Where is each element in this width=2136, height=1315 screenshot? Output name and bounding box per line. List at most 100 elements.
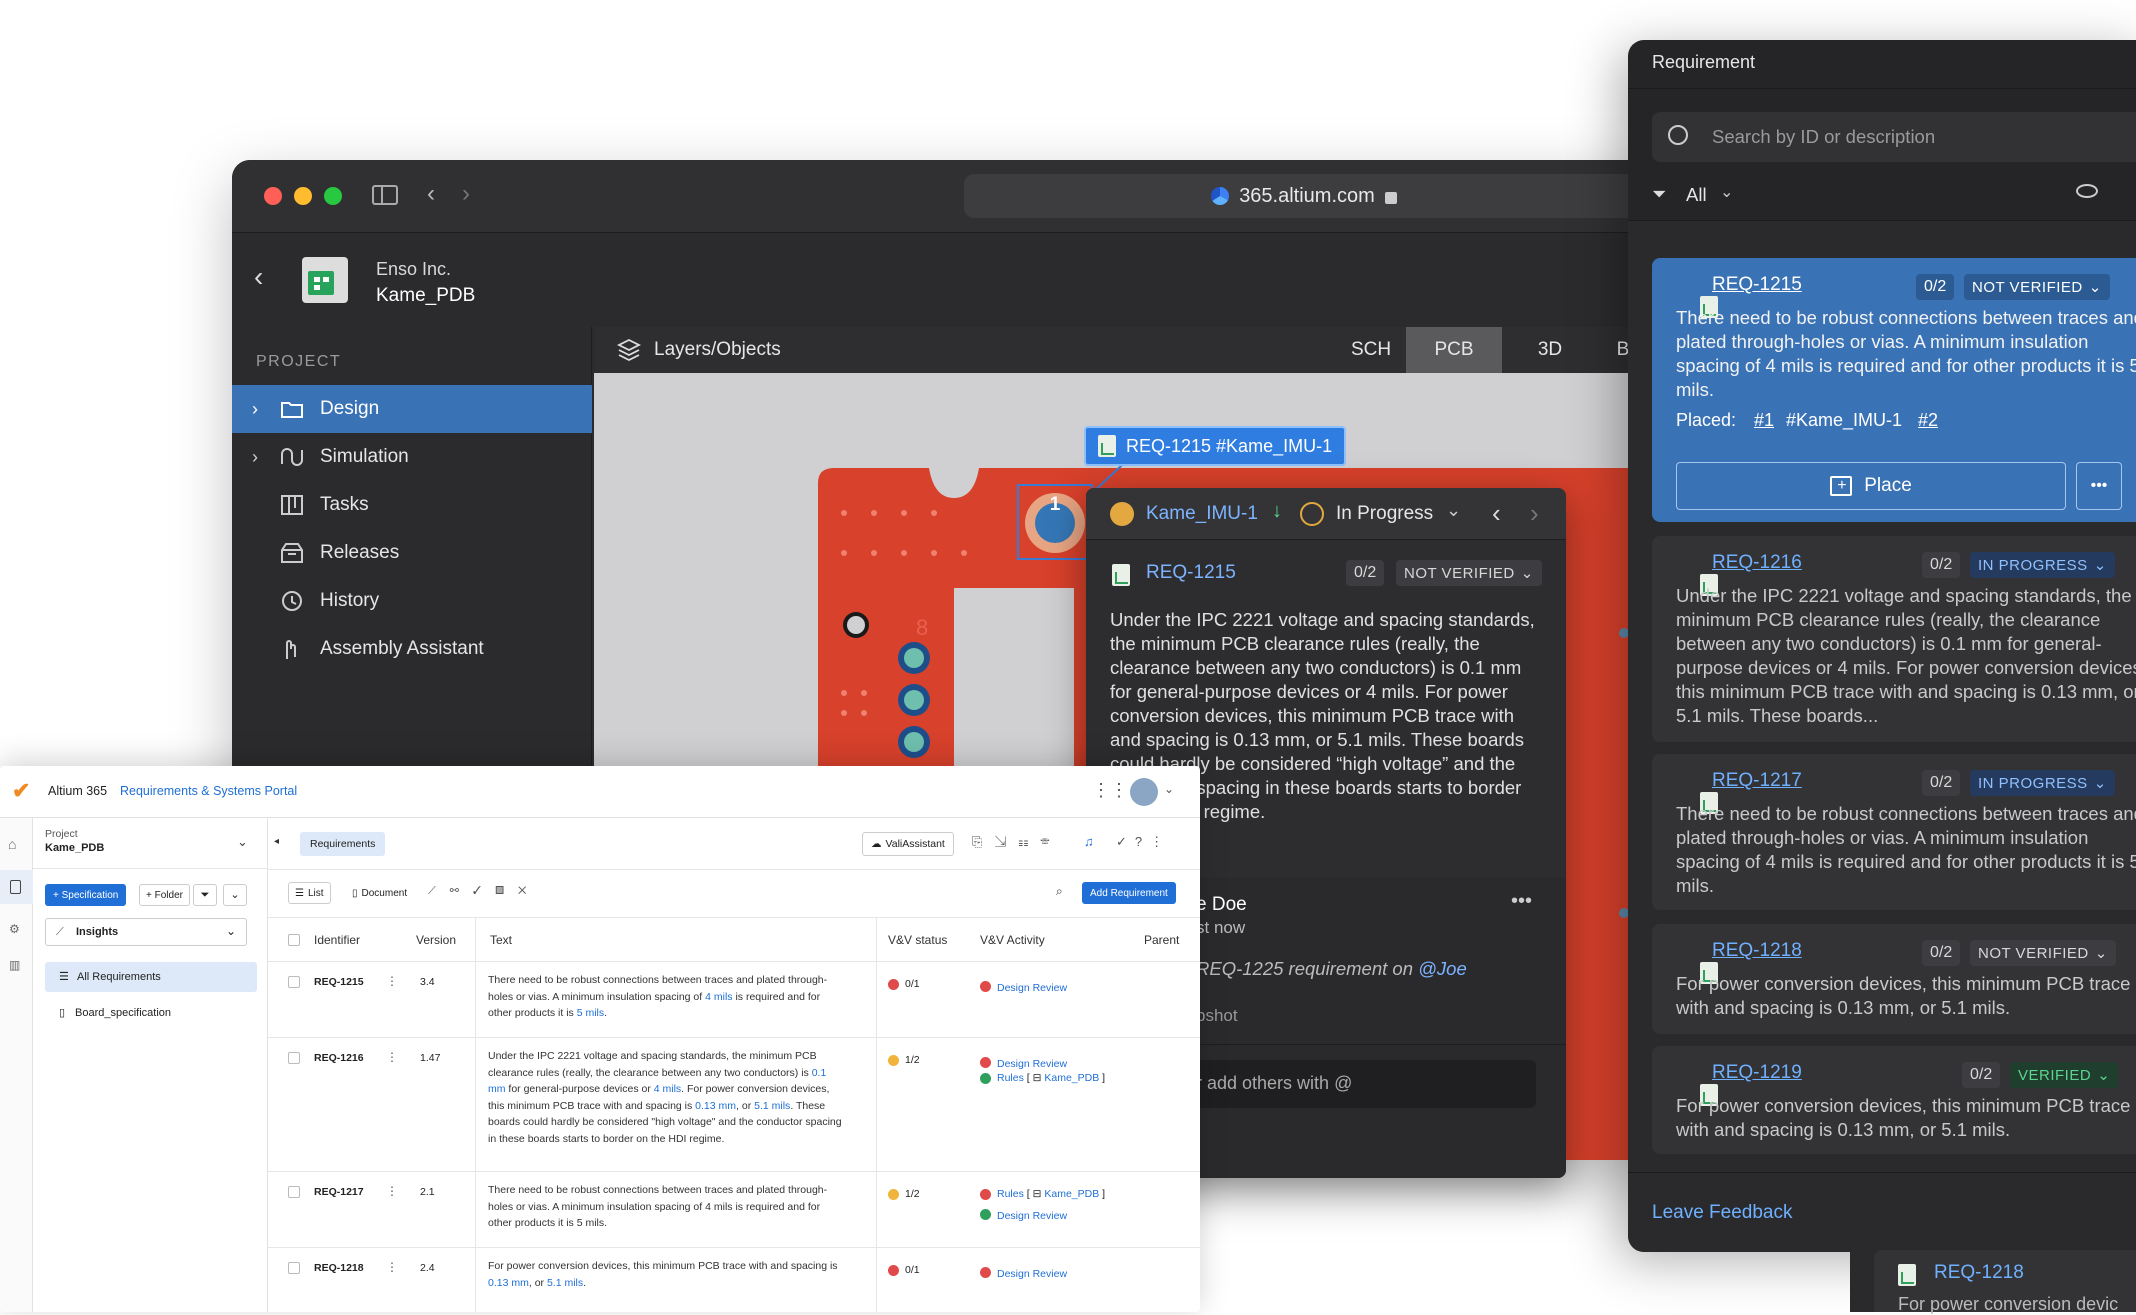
tab-pcb[interactable]: PCB <box>1406 327 1502 373</box>
place-button[interactable]: + Place <box>1676 462 2066 510</box>
sidebar-item-tasks[interactable]: Tasks <box>232 481 592 529</box>
view-mode-icons[interactable]: ⟋⚯✓▤✕ <box>428 884 540 898</box>
status-dropdown[interactable]: In Progress <box>1336 503 1433 525</box>
chevron-down-icon[interactable]: ⌄ <box>237 834 248 850</box>
requirement-card[interactable]: REQ-1219 0/2 VERIFIED ⌄ For power convers… <box>1652 1046 2136 1154</box>
vali-assistant-button[interactable]: ☁ ValiAssistant <box>862 832 954 856</box>
row-menu-icon[interactable]: ⋮ <box>386 1260 398 1274</box>
sidebar-item-design[interactable]: › Design <box>232 385 592 433</box>
toolbar-icons[interactable]: ⎘⇲☷☏ <box>972 834 1061 850</box>
card-req-id[interactable]: REQ-1217 <box>1712 770 1802 792</box>
home-icon[interactable]: ⌂ <box>8 836 16 852</box>
filter-dropdown[interactable]: All <box>1686 184 1707 206</box>
select-all-checkbox[interactable] <box>288 934 300 946</box>
add-requirement-button[interactable]: Add Requirement <box>1082 882 1176 904</box>
back-chevron-icon[interactable]: ‹ <box>254 261 263 293</box>
card-status[interactable]: IN PROGRESS ⌄ <box>1970 552 2115 578</box>
requirement-card[interactable]: REQ-1217 0/2 IN PROGRESS ⌄ There need to … <box>1652 754 2136 910</box>
card-status[interactable]: IN PROGRESS ⌄ <box>1970 770 2115 796</box>
components-icon[interactable]: ⚙ <box>9 922 20 936</box>
collapse-sidebar-icon[interactable]: ◂ <box>274 836 279 847</box>
column-header[interactable]: Version <box>416 918 456 962</box>
placement-tag[interactable]: REQ-1215 #Kame_IMU-1 <box>1084 426 1347 466</box>
project-name[interactable]: Kame_PDB <box>45 842 104 854</box>
row-identifier[interactable]: REQ-1217 <box>314 1186 364 1198</box>
list-view-button[interactable]: ☰ List <box>288 882 331 904</box>
requirement-card-selected[interactable]: REQ-1215 0/2 NOT VERIFIED ⌄ There need to… <box>1652 258 2136 522</box>
sidebar-item-simulation[interactable]: › Simulation <box>232 433 592 481</box>
row-checkbox[interactable] <box>288 1052 300 1064</box>
search-input[interactable]: Search by ID or description <box>1652 112 2136 162</box>
address-bar[interactable]: 365.altium.com <box>964 174 1644 218</box>
row-menu-icon[interactable]: ⋮ <box>386 974 398 988</box>
avatar[interactable] <box>1130 778 1158 806</box>
table-row[interactable]: REQ-1217 ⋮ 2.1 There need to be robust c… <box>268 1172 1200 1248</box>
assignee-link[interactable]: Kame_IMU-1 <box>1146 503 1258 525</box>
collapse-icon[interactable]: ⌄ <box>223 884 247 906</box>
row-checkbox[interactable] <box>288 1186 300 1198</box>
more-options-button[interactable]: ••• <box>2076 462 2122 510</box>
sidebar-item-history[interactable]: History <box>232 577 592 625</box>
filter-icon[interactable]: ⏷ <box>1652 184 1666 205</box>
column-header[interactable]: Text <box>490 918 512 962</box>
insights-dropdown[interactable]: ⟋ Insights ⌄ <box>45 918 247 946</box>
pcb-marker-number[interactable]: 1 <box>1043 494 1067 516</box>
card-req-id[interactable]: REQ-1218 <box>1712 940 1802 962</box>
row-checkbox[interactable] <box>288 976 300 988</box>
tree-item-all-requirements[interactable]: ☰ All Requirements <box>45 962 257 992</box>
table-row[interactable]: REQ-1215 ⋮ 3.4 There need to be robust c… <box>268 962 1200 1038</box>
sidebar-item-releases[interactable]: Releases <box>232 529 592 577</box>
popup-verify-status[interactable]: NOT VERIFIED ⌄ <box>1396 560 1542 586</box>
back-arrow-icon[interactable]: ‹ <box>427 180 435 208</box>
column-header[interactable]: Parent <box>1144 918 1179 962</box>
document-view-button[interactable]: ▯ Document <box>346 882 413 904</box>
sidebar-item-assembly-assistant[interactable]: Assembly Assistant <box>232 625 592 673</box>
mention-link[interactable]: @Joe <box>1418 958 1467 979</box>
sidebar-toggle-icon[interactable] <box>372 185 398 205</box>
row-identifier[interactable]: REQ-1215 <box>314 976 364 988</box>
help-icons[interactable]: ✓?⋮ <box>1116 834 1171 850</box>
bell-icon[interactable]: ♫ <box>1084 834 1094 849</box>
tab-3d[interactable]: 3D <box>1502 327 1598 373</box>
column-header[interactable]: V&V status <box>888 918 947 962</box>
filter-icon[interactable]: ⏷ <box>193 884 217 906</box>
card-req-id[interactable]: REQ-1218 <box>1934 1262 2024 1284</box>
breadcrumb[interactable]: Requirements <box>300 832 386 856</box>
forward-arrow-icon[interactable]: › <box>462 180 470 208</box>
leave-feedback-link[interactable]: Leave Feedback <box>1652 1202 1793 1224</box>
placed-ref-2[interactable]: #Kame_IMU-1 <box>1786 410 1902 431</box>
requirements-nav-icon[interactable] <box>0 870 33 904</box>
requirement-card[interactable]: REQ-1218 0/2 NOT VERIFIED ⌄ For power con… <box>1652 924 2136 1034</box>
column-header[interactable]: V&V Activity <box>980 918 1045 962</box>
card-req-id[interactable]: REQ-1219 <box>1712 1062 1802 1084</box>
eye-icon[interactable] <box>2076 184 2098 198</box>
maximize-window-button[interactable] <box>324 187 342 205</box>
card-status[interactable]: NOT VERIFIED ⌄ <box>1964 274 2110 300</box>
chevron-down-icon[interactable]: ⌄ <box>1164 782 1174 796</box>
row-menu-icon[interactable]: ⋮ <box>386 1050 398 1064</box>
previous-icon[interactable]: ‹ <box>1492 498 1501 529</box>
analytics-icon[interactable]: ▥ <box>9 958 20 972</box>
row-identifier[interactable]: REQ-1216 <box>314 1052 364 1064</box>
card-req-id[interactable]: REQ-1215 <box>1712 274 1802 296</box>
chevron-down-icon[interactable]: ⌄ <box>1720 182 1733 202</box>
row-menu-icon[interactable]: ⋮ <box>386 1184 398 1198</box>
minimize-window-button[interactable] <box>294 187 312 205</box>
tree-item-board-specification[interactable]: ▯ Board_specification <box>45 998 257 1028</box>
add-folder-button[interactable]: + Folder <box>139 884 190 906</box>
table-row[interactable]: REQ-1216 ⋮ 1.47 Under the IPC 2221 volta… <box>268 1038 1200 1172</box>
table-row[interactable]: REQ-1218 ⋮ 2.4 For power conversion devi… <box>268 1248 1200 1312</box>
tab-sch[interactable]: SCH <box>1336 327 1406 373</box>
apps-grid-icon[interactable]: ⋮⋮ <box>1092 780 1128 801</box>
add-specification-button[interactable]: + Specification <box>45 884 127 906</box>
placed-ref-3[interactable]: #2 <box>1918 410 1938 431</box>
more-options-icon[interactable]: ••• <box>1511 890 1532 913</box>
popup-req-id[interactable]: REQ-1215 <box>1146 562 1236 584</box>
close-window-button[interactable] <box>264 187 282 205</box>
row-identifier[interactable]: REQ-1218 <box>314 1262 364 1274</box>
placed-ref-1[interactable]: #1 <box>1754 410 1774 431</box>
search-icon[interactable]: ⌕ <box>1056 884 1063 899</box>
chevron-down-icon[interactable]: ⌄ <box>1446 500 1461 521</box>
card-req-id[interactable]: REQ-1216 <box>1712 552 1802 574</box>
next-icon[interactable]: › <box>1530 498 1539 529</box>
